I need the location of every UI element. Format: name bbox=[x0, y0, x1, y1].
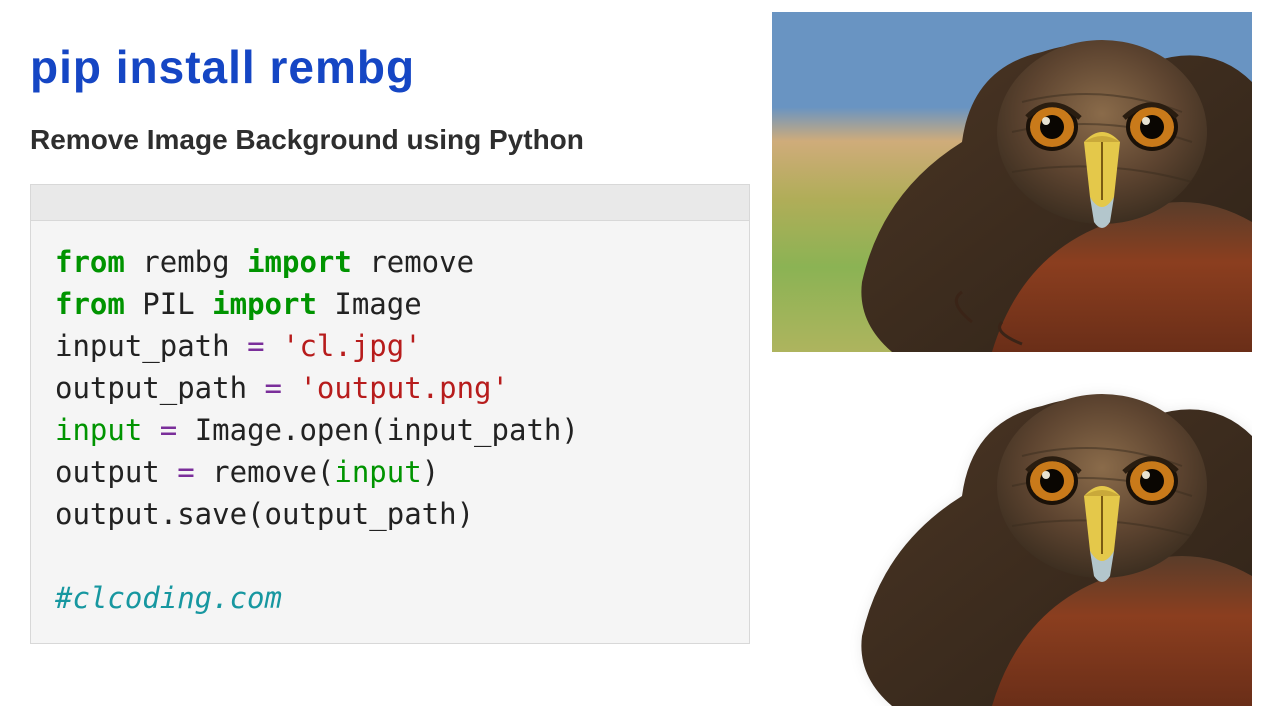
code-text bbox=[282, 371, 299, 405]
code-builtin: input bbox=[55, 413, 142, 447]
page-title: pip install rembg bbox=[30, 40, 750, 94]
code-text: remove( bbox=[195, 455, 335, 489]
code-operator: = bbox=[247, 329, 264, 363]
code-operator: = bbox=[265, 371, 282, 405]
code-text: Image.open(input_path) bbox=[177, 413, 579, 447]
code-operator: = bbox=[160, 413, 177, 447]
hawk-illustration bbox=[852, 376, 1252, 706]
code-operator: = bbox=[177, 455, 194, 489]
code-keyword: import bbox=[212, 287, 317, 321]
code-toolbar bbox=[30, 184, 750, 220]
code-text bbox=[265, 329, 282, 363]
code-builtin: input bbox=[334, 455, 421, 489]
code-comment: #clcoding.com bbox=[55, 581, 282, 615]
code-string: 'output.png' bbox=[299, 371, 509, 405]
original-image bbox=[772, 12, 1252, 352]
code-keyword: from bbox=[55, 287, 125, 321]
code-text bbox=[142, 413, 159, 447]
code-text: output.save(output_path) bbox=[55, 497, 474, 531]
code-text: ) bbox=[422, 455, 439, 489]
code-text: PIL bbox=[125, 287, 212, 321]
code-text: Image bbox=[317, 287, 422, 321]
code-text: rembg bbox=[125, 245, 247, 279]
hawk-illustration bbox=[852, 22, 1252, 352]
code-string: 'cl.jpg' bbox=[282, 329, 422, 363]
code-keyword: import bbox=[247, 245, 352, 279]
code-keyword: from bbox=[55, 245, 125, 279]
page-subtitle: Remove Image Background using Python bbox=[30, 124, 750, 156]
code-text: input_path bbox=[55, 329, 247, 363]
code-text: output bbox=[55, 455, 177, 489]
code-text: output_path bbox=[55, 371, 265, 405]
code-text: remove bbox=[352, 245, 474, 279]
output-image bbox=[772, 366, 1252, 706]
code-block: from rembg import remove from PIL import… bbox=[30, 220, 750, 644]
